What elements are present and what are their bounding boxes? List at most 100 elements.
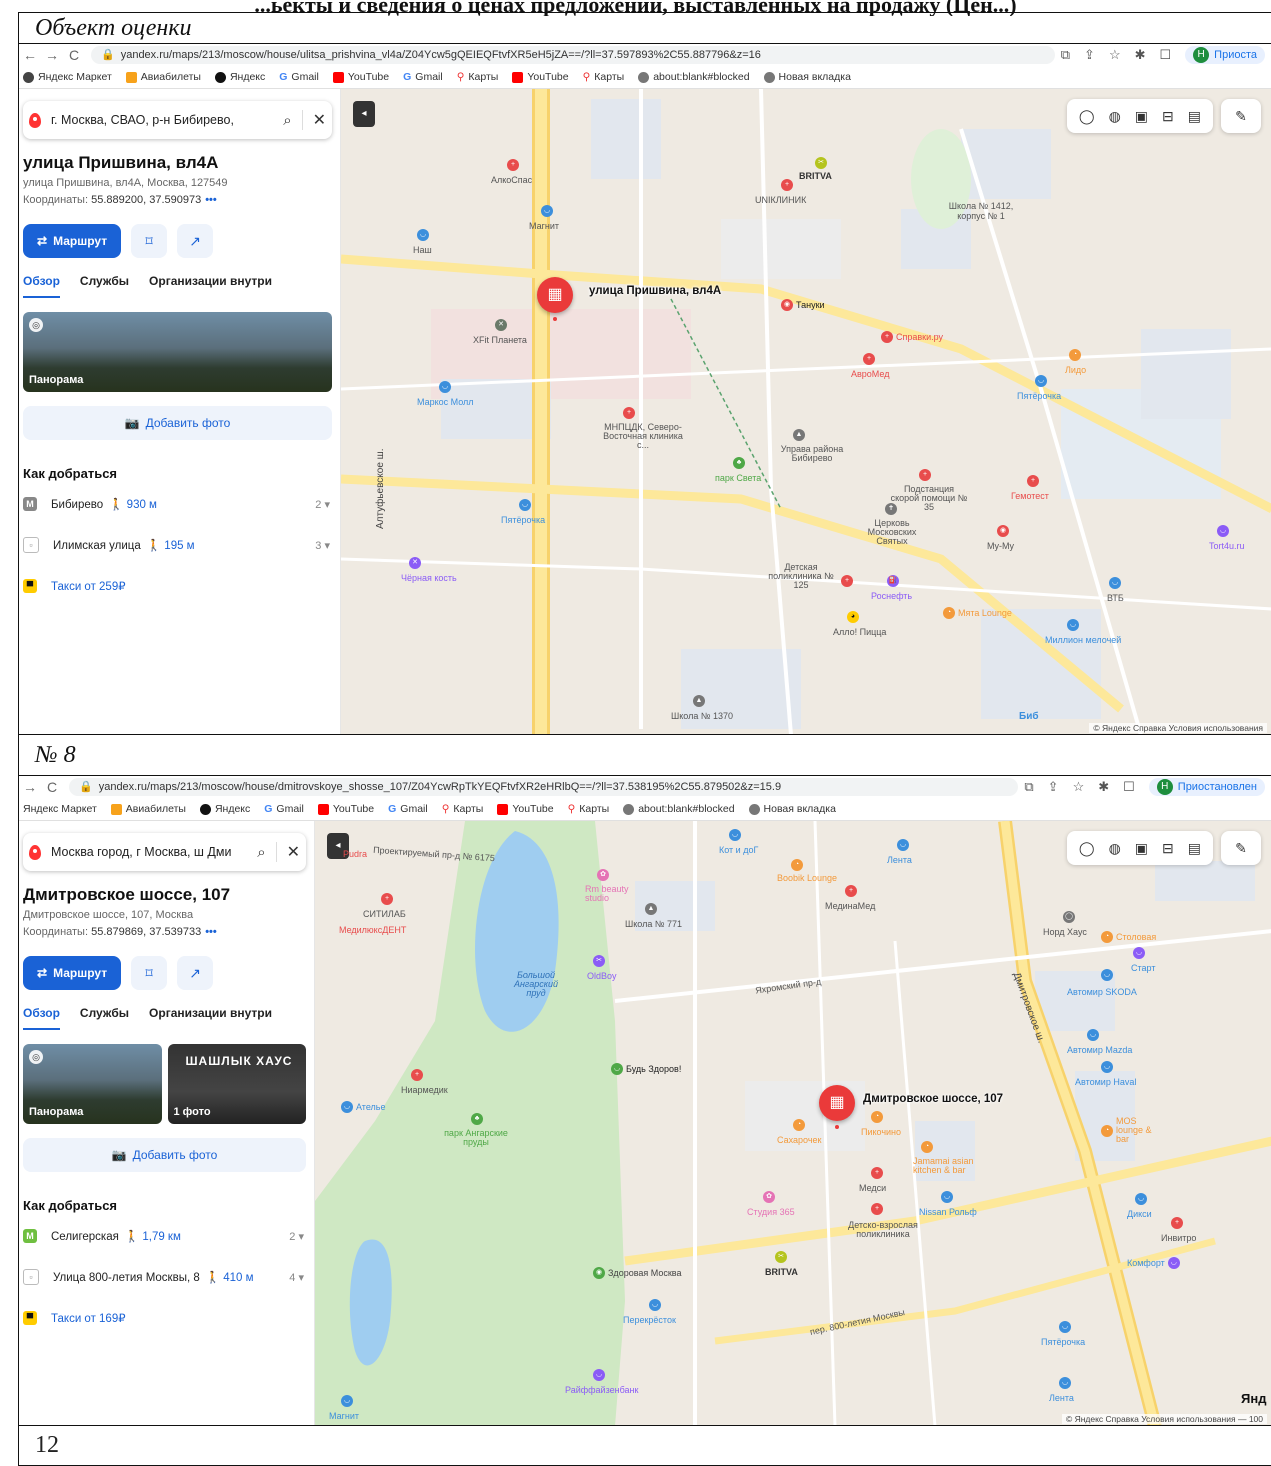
panorama-photo[interactable]: ◎ Панорама — [23, 312, 332, 392]
poi[interactable]: ◔ — [793, 1119, 805, 1131]
tab-organizations[interactable]: Организации внутри — [149, 274, 272, 298]
bookmark-item[interactable]: Новая вкладка — [748, 803, 836, 815]
share-button[interactable]: ↗ — [177, 956, 214, 990]
poi[interactable]: ✿ — [597, 869, 609, 881]
bookmark-item[interactable]: ⚲ Карты — [583, 71, 625, 83]
star-icon[interactable]: ☆ — [1073, 779, 1085, 795]
poi[interactable]: ◡ Ателье — [341, 1101, 385, 1113]
map-view[interactable]: ◂ ◯ ◍ ▣ ⊟ ▤ ✎ ▦ Дмитровское шоссе, 107 P… — [315, 821, 1271, 1425]
sidepanel-icon[interactable]: ☐ — [1160, 47, 1172, 63]
camera-icon[interactable]: ▣ — [1135, 108, 1148, 125]
profile-button[interactable]: H Приоста — [1185, 46, 1265, 64]
layers-icon[interactable]: ◯ — [1079, 840, 1095, 857]
poi[interactable]: ◔ MOS lounge & bar — [1101, 1117, 1166, 1144]
reload-icon[interactable]: C — [41, 779, 63, 795]
poi[interactable]: ✿ — [763, 1191, 775, 1203]
share-icon[interactable]: ⇪ — [1048, 779, 1059, 795]
poi[interactable]: ◡ — [593, 1369, 605, 1381]
poi[interactable]: ♣ — [471, 1113, 483, 1125]
search-box[interactable]: Москва город, г Москва, ш Дми ⌕ ✕ — [23, 833, 306, 871]
poi[interactable]: ✂ — [815, 157, 827, 169]
poi[interactable]: ◡ — [439, 381, 451, 393]
panorama-icon[interactable]: ◍ — [1109, 840, 1121, 857]
ruler-icon[interactable]: ✎ — [1221, 99, 1261, 133]
address-bar[interactable]: 🔒 yandex.ru/maps/213/moscow/house/dmitrov… — [69, 778, 1019, 796]
poi[interactable]: ◡ — [1133, 947, 1145, 959]
poi[interactable]: + — [871, 1203, 883, 1215]
poi[interactable]: ◡ — [729, 829, 741, 841]
bookmark-button[interactable]: ⌑ — [131, 224, 168, 258]
poi[interactable]: + — [1027, 475, 1039, 487]
search-input[interactable]: Москва город, г Москва, ш Дми — [51, 845, 247, 859]
bookmark-item[interactable]: YouTube — [317, 803, 374, 815]
transport-row[interactable]: ▫ Илимская улица 🚶 195 м 3 ▾ — [23, 537, 340, 553]
poi[interactable]: ⛽ — [887, 575, 899, 587]
poi[interactable]: + — [1171, 1217, 1183, 1229]
panorama-photo[interactable]: ◎ Панорама — [23, 1044, 162, 1124]
coords-value[interactable]: 55.879869, 37.539733 — [91, 926, 201, 938]
bookmark-item[interactable]: YouTube — [512, 71, 569, 83]
search-icon[interactable]: ⌕ — [283, 112, 291, 129]
poi[interactable]: ◡ — [1101, 1061, 1113, 1073]
bookmark-item[interactable]: Яндекс — [214, 71, 265, 83]
poi[interactable]: ◡ — [341, 1395, 353, 1407]
search-box[interactable]: г. Москва, СВАО, р-н Бибирево, ⌕ ✕ — [23, 101, 332, 139]
poi[interactable]: ◡ — [1101, 969, 1113, 981]
ruler-icon[interactable]: ✎ — [1221, 831, 1261, 865]
collapse-panel-icon[interactable]: ◂ — [353, 101, 375, 127]
camera-icon[interactable]: ▣ — [1135, 840, 1148, 857]
poi[interactable]: ◔ Столовая — [1101, 931, 1156, 943]
route-button[interactable]: ⇄ Маршрут — [23, 224, 122, 258]
poi[interactable]: + — [845, 885, 857, 897]
bookmark-item[interactable]: ⚲ Карты — [457, 71, 499, 83]
poi[interactable]: ◡ — [519, 499, 531, 511]
poi[interactable]: + Справки.ру — [881, 331, 943, 343]
place-marker-icon[interactable]: ▦ — [819, 1085, 855, 1129]
bookmark-item[interactable]: G Gmail — [264, 803, 304, 815]
close-icon[interactable]: ✕ — [301, 110, 326, 130]
share-icon[interactable]: ⇪ — [1084, 47, 1095, 63]
taxi-row[interactable]: ▀ Такси от 169₽ — [23, 1311, 314, 1325]
tab-overview[interactable]: Обзор — [23, 1006, 60, 1030]
poi[interactable]: ◡ — [417, 229, 429, 241]
profile-button[interactable]: H Приостановлен — [1148, 778, 1265, 796]
poi[interactable]: ◡ — [649, 1299, 661, 1311]
install-icon[interactable]: ⧉ — [1061, 47, 1070, 63]
poi[interactable]: + — [781, 179, 793, 191]
poi[interactable]: + — [507, 159, 519, 171]
transport-row[interactable]: ▫ Улица 800-летия Москвы, 8 🚶 410 м 4 ▾ — [23, 1269, 314, 1285]
poi[interactable]: ♣ — [733, 457, 745, 469]
poi[interactable]: ▲ — [693, 695, 705, 707]
poi[interactable]: ◕ — [847, 611, 859, 623]
map-copyright[interactable]: © Яндекс Справка Условия использования — [1089, 723, 1267, 733]
close-icon[interactable]: ✕ — [275, 842, 300, 862]
poi[interactable]: ◔ — [871, 1111, 883, 1123]
map-type-icon[interactable]: ▤ — [1188, 108, 1201, 125]
map-copyright[interactable]: © Яндекс Справка Условия использования —… — [1061, 1414, 1267, 1424]
poi[interactable]: ◡ — [1217, 525, 1229, 537]
venue-photo[interactable]: ШАШЛЫК ХАУС 1 фото — [167, 1044, 306, 1124]
bookmark-item[interactable]: about:blank#blocked — [638, 71, 750, 83]
star-icon[interactable]: ☆ — [1109, 47, 1121, 63]
poi[interactable]: ◡ — [1135, 1193, 1147, 1205]
extensions-icon[interactable]: ✱ — [1098, 779, 1109, 795]
poi[interactable]: ▲ — [645, 903, 657, 915]
bookmark-item[interactable]: G Gmail — [388, 803, 428, 815]
place-marker-icon[interactable]: ▦ — [537, 277, 573, 321]
search-input[interactable]: г. Москва, СВАО, р-н Бибирево, — [51, 113, 273, 127]
bookmark-item[interactable]: G Gmail — [279, 71, 319, 83]
poi[interactable]: + — [871, 1167, 883, 1179]
reload-icon[interactable]: C — [63, 47, 85, 63]
poi[interactable]: ✂ — [775, 1251, 787, 1263]
poi[interactable]: + — [841, 575, 853, 587]
poi[interactable]: Pudra — [343, 849, 367, 859]
panorama-icon[interactable]: ◍ — [1109, 108, 1121, 125]
poi[interactable]: ◡ — [541, 205, 553, 217]
poi[interactable]: ◡ — [1059, 1377, 1071, 1389]
bookmark-item[interactable]: Новая вкладка — [763, 71, 851, 83]
install-icon[interactable]: ⧉ — [1024, 779, 1033, 795]
transport-icon[interactable]: ⊟ — [1162, 840, 1174, 857]
poi[interactable]: ◔ Мята Lounge — [943, 607, 1012, 619]
back-icon[interactable]: ← — [19, 47, 41, 63]
poi[interactable]: ◡ — [941, 1191, 953, 1203]
